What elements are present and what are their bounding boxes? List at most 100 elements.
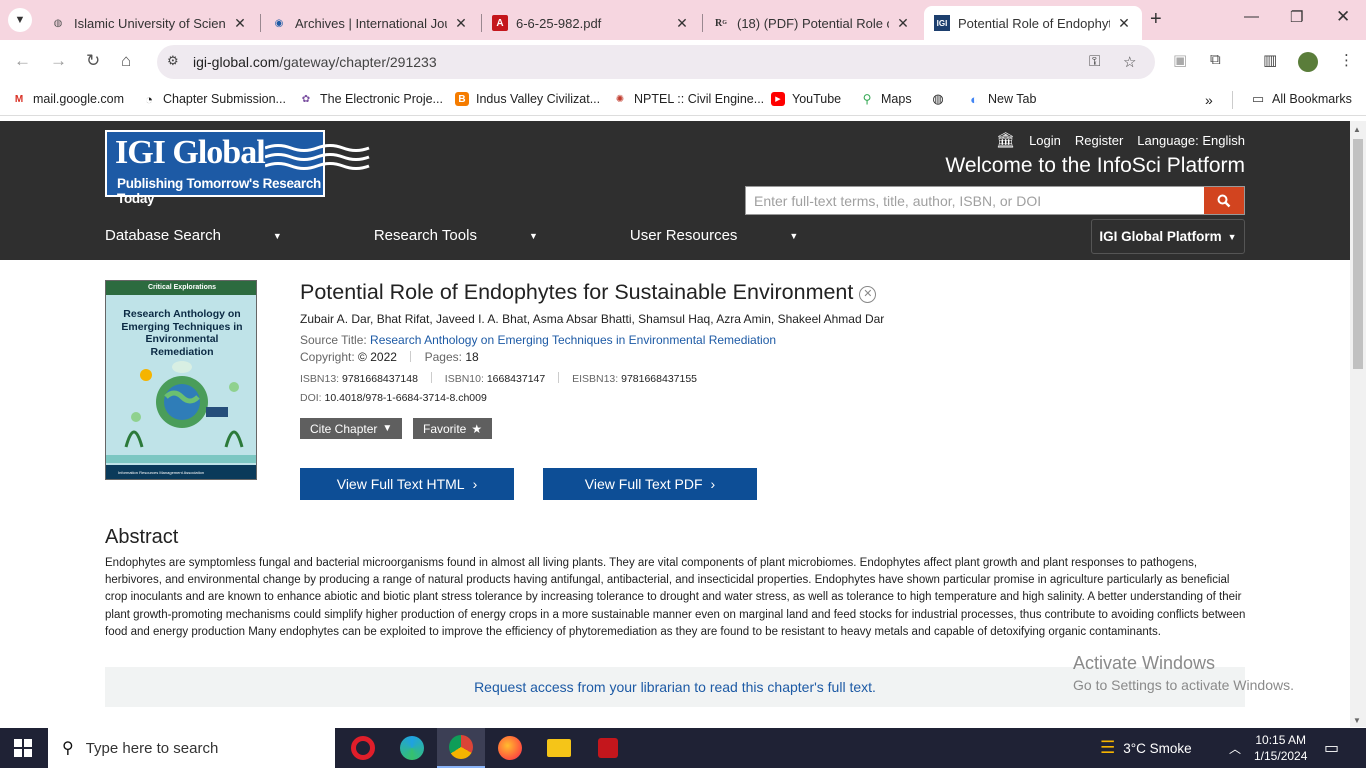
all-bookmarks-label: All Bookmarks [1272, 92, 1352, 106]
globe-icon: ◍ [53, 17, 63, 29]
extensions-puzzle-icon[interactable]: ⧉ [1210, 51, 1221, 68]
close-icon[interactable]: ✕ [232, 15, 248, 32]
bookmark-gmail[interactable]: M mail.google.com [12, 92, 124, 106]
side-panel-icon[interactable]: ▥ [1263, 51, 1277, 69]
clock-time: 10:15 AM [1255, 733, 1307, 747]
scroll-down-icon[interactable]: ▼ [1353, 716, 1361, 725]
search-button[interactable] [1204, 187, 1244, 214]
caret-down-icon: ▼ [789, 231, 799, 242]
firefox-icon[interactable] [486, 728, 534, 768]
windows-start-icon[interactable] [14, 739, 32, 757]
researchgate-icon: RG [715, 17, 727, 29]
register-link[interactable]: Register [1075, 133, 1123, 148]
language-selector[interactable]: Language: English [1137, 133, 1245, 148]
close-circle-icon[interactable]: ✕ [859, 286, 877, 303]
bookmark-chapter-submission[interactable]: ◔ Chapter Submission... [142, 91, 286, 107]
tab-search-button[interactable]: ▼ [8, 8, 32, 32]
chapter-title: Potential Role of Endophytes for Sustain… [300, 280, 877, 305]
home-button[interactable]: ⌂ [121, 51, 131, 71]
acrobat-icon[interactable] [584, 728, 632, 768]
restore-button[interactable]: ❐ [1290, 8, 1303, 26]
browser-toolbar: ← → ↻ ⌂ ⚙ igi-global.com/gateway/chapter… [0, 40, 1366, 85]
bookmark-label: Chapter Submission... [163, 92, 286, 106]
edge-icon[interactable] [388, 728, 436, 768]
logo-main-text: IGI Global [115, 134, 266, 171]
bookmark-nptel[interactable]: ✺ NPTEL :: Civil Engine... [613, 92, 764, 106]
tab-archives[interactable]: ◉ Archives | International Journ ✕ [261, 6, 479, 40]
nav-user-resources[interactable]: User Resources ▼ [630, 227, 844, 244]
bookmark-globe[interactable]: ◍ [931, 91, 952, 106]
view-full-text-html-button[interactable]: View Full Text HTML › [300, 468, 514, 500]
bookmarks-divider [1232, 91, 1233, 109]
close-icon[interactable]: ✕ [895, 15, 911, 32]
login-link[interactable]: Login [1029, 133, 1061, 148]
extension-icon[interactable]: ▣ [1173, 51, 1187, 69]
bookmarks-overflow-icon[interactable]: » [1205, 92, 1213, 108]
book-cover[interactable]: Critical Explorations Research Anthology… [105, 280, 257, 480]
igi-platform-dropdown[interactable]: IGI Global Platform ▼ [1091, 219, 1245, 254]
chrome-icon[interactable] [437, 728, 485, 768]
close-window-button[interactable]: ✕ [1336, 7, 1350, 27]
request-access-link[interactable]: Request access from your librarian to re… [474, 679, 876, 695]
institution-icon[interactable]: 🏛 [996, 131, 1015, 149]
minimize-button[interactable]: — [1244, 8, 1259, 25]
bookmark-indus-valley[interactable]: B Indus Valley Civilizat... [455, 92, 600, 106]
source-title-link[interactable]: Research Anthology on Emerging Technique… [370, 333, 776, 347]
copyright-line: Copyright: © 2022 Pages: 18 [300, 350, 479, 364]
bookmark-youtube[interactable]: ▶ YouTube [771, 92, 841, 106]
weather-text: 3°C Smoke [1123, 740, 1192, 756]
bookmark-star-icon[interactable]: ☆ [1123, 53, 1136, 71]
eisbn13-value: 9781668437155 [621, 373, 698, 385]
reload-button[interactable]: ↻ [86, 51, 100, 71]
bookmark-maps[interactable]: ⚲ Maps [860, 92, 912, 106]
bookmark-label: YouTube [792, 92, 842, 106]
close-icon[interactable]: ✕ [453, 15, 469, 32]
site-info-icon[interactable]: ⚙ [167, 53, 179, 69]
scroll-up-icon[interactable]: ▲ [1353, 125, 1361, 134]
page-scrollbar[interactable]: ▲ ▼ [1350, 121, 1366, 727]
bookmark-electronic-project[interactable]: ✿ The Electronic Proje... [299, 92, 443, 106]
taskbar-search[interactable]: ⚲ Type here to search [48, 728, 335, 768]
key-icon[interactable]: ⚿ [1089, 53, 1100, 70]
chevron-down-icon: ▼ [382, 423, 393, 434]
tab-islamic-university[interactable]: ◍ Islamic University of Science ✕ [40, 6, 258, 40]
notifications-icon[interactable]: ▭ [1324, 728, 1339, 768]
doi-value: 10.4018/978-1-6684-3714-8.ch009 [324, 392, 487, 404]
back-button[interactable]: ← [14, 51, 31, 71]
chapter-icon: ◔ [145, 91, 153, 107]
new-tab-button[interactable]: + [1150, 8, 1162, 31]
weather-widget[interactable]: ☰ 3°C Smoke [1100, 728, 1192, 768]
view-full-text-pdf-button[interactable]: View Full Text PDF › [543, 468, 757, 500]
menu-icon[interactable]: ⋮ [1339, 51, 1354, 69]
cite-chapter-button[interactable]: Cite Chapter ▼ [300, 418, 403, 439]
favorite-button[interactable]: Favorite ★ [413, 418, 493, 439]
all-bookmarks-button[interactable]: ▭ All Bookmarks [1251, 91, 1352, 106]
tray-chevron-up-icon[interactable]: ︿ [1229, 728, 1241, 768]
system-clock[interactable]: 10:15 AM 1/15/2024 [1254, 732, 1307, 764]
search-input[interactable] [746, 187, 1204, 214]
bookmark-new-tab[interactable]: ◐ New Tab [967, 92, 1036, 107]
folder-icon: ▭ [1251, 91, 1265, 106]
pages-value: 18 [465, 350, 479, 364]
separator [558, 372, 560, 383]
igi-icon: IGI [934, 15, 950, 31]
tab-title: Potential Role of Endophytes [958, 15, 1110, 31]
nav-research-tools[interactable]: Research Tools ▼ [374, 227, 584, 244]
scrollbar-thumb[interactable] [1353, 139, 1363, 369]
close-icon[interactable]: ✕ [674, 15, 690, 32]
address-bar[interactable]: ⚙ igi-global.com/gateway/chapter/291233 … [157, 45, 1155, 79]
bookmark-label: Maps [881, 92, 912, 106]
opera-icon[interactable] [339, 728, 387, 768]
close-icon[interactable]: ✕ [1116, 15, 1132, 32]
forward-button[interactable]: → [50, 51, 67, 71]
separator [430, 372, 432, 383]
nav-database-search[interactable]: Database Search ▼ [105, 227, 328, 244]
tab-pdf[interactable]: A 6-6-25-982.pdf ✕ [482, 6, 700, 40]
url-text[interactable]: igi-global.com/gateway/chapter/291233 [193, 54, 437, 70]
tab-potential-role-active[interactable]: IGI Potential Role of Endophytes ✕ [924, 6, 1142, 40]
search-box [745, 186, 1245, 215]
tab-researchgate[interactable]: RG (18) (PDF) Potential Role of E ✕ [703, 6, 921, 40]
profile-avatar[interactable] [1298, 52, 1318, 72]
file-explorer-icon[interactable] [535, 728, 583, 768]
cover-illustration [106, 361, 256, 463]
